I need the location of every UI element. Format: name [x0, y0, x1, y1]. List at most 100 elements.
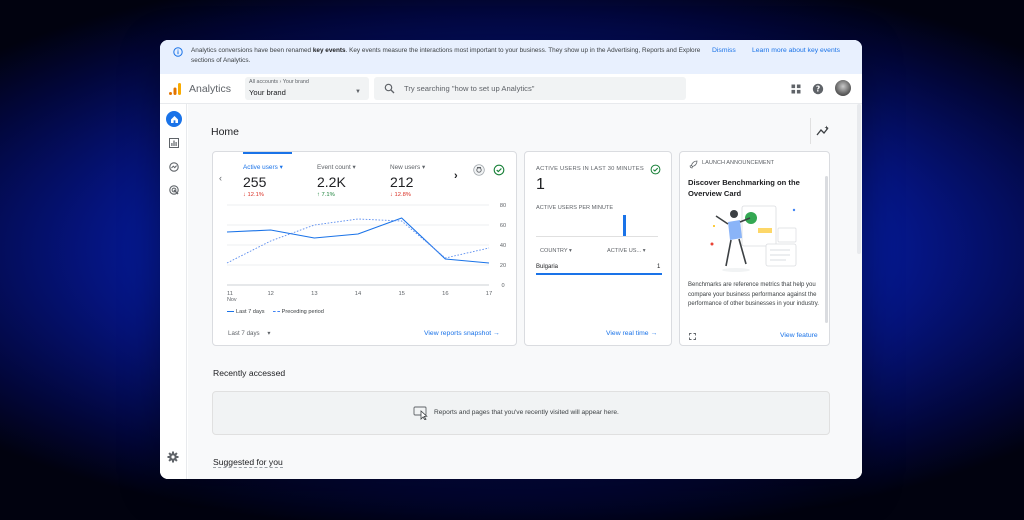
announcement-title: Discover Benchmarking on the Overview Ca…: [688, 178, 800, 198]
property-name: Your brand: [249, 88, 286, 97]
top-bar: Analytics All accounts › Your brand Your…: [160, 74, 862, 104]
chart-legend: Last 7 days Preceding period: [227, 309, 324, 315]
realtime-card: ACTIVE USERS IN LAST 30 MINUTES 1 ACTIVE…: [524, 151, 672, 346]
svg-text:?: ?: [816, 85, 820, 94]
x-tick-label: 13: [311, 291, 317, 297]
announcement-label: LAUNCH ANNOUNCEMENT: [702, 160, 775, 166]
metric-label: New users: [390, 164, 421, 171]
chevron-right-icon[interactable]: ›: [454, 170, 458, 182]
legend-previous: Preceding period: [272, 309, 324, 315]
x-tick-sublabel: Nov: [227, 297, 237, 303]
data-point: [444, 257, 446, 259]
banner-text: Analytics conversions have been renamed …: [191, 47, 701, 64]
data-point: [226, 231, 228, 233]
metric-event-count[interactable]: Event count ▾ 2.2K ↑ 7.1%: [317, 163, 356, 198]
view-real-time-link[interactable]: View real time →: [606, 330, 657, 337]
search-icon: [384, 83, 395, 94]
benchmark-icon[interactable]: [473, 164, 485, 176]
data-point: [401, 217, 403, 219]
view-reports-snapshot-link[interactable]: View reports snapshot →: [424, 330, 500, 337]
metric-value: 212: [390, 174, 414, 190]
search-placeholder: Try searching "how to set up Analytics": [404, 84, 535, 93]
data-point: [401, 220, 403, 222]
reports-icon: [169, 138, 179, 148]
dismiss-button[interactable]: Dismiss: [712, 47, 736, 54]
recently-accessed-panel: Reports and pages that you've recently v…: [212, 391, 830, 435]
metric-new-users[interactable]: New users ▾ 212 ↓ 12.8%: [390, 163, 425, 198]
row-country: Bulgaria: [536, 264, 559, 270]
analytics-window: Analytics conversions have been renamed …: [160, 40, 862, 479]
per-minute-baseline: [536, 236, 658, 237]
nav-reports[interactable]: [166, 135, 182, 151]
column-header-country[interactable]: COUNTRY ▾: [540, 248, 572, 254]
check-circle-icon: [650, 164, 661, 175]
y-tick-label: 40: [500, 243, 506, 249]
x-tick-label: 12: [267, 291, 273, 297]
y-tick-label: 0: [501, 283, 504, 289]
search-input[interactable]: Try searching "how to set up Analytics": [374, 77, 686, 100]
help-icon[interactable]: ?: [812, 83, 824, 95]
data-point: [270, 229, 272, 231]
recently-accessed-title: Recently accessed: [213, 368, 286, 378]
realtime-title: ACTIVE USERS IN LAST 30 MINUTES: [536, 166, 644, 172]
metric-value: 255: [243, 174, 267, 190]
data-point: [357, 233, 359, 235]
chevron-left-icon[interactable]: ‹: [219, 173, 222, 183]
cursor-on-screen-icon: [413, 406, 428, 420]
apps-grid-icon[interactable]: [791, 84, 801, 94]
nav-home[interactable]: [166, 111, 182, 127]
x-tick-label: 15: [398, 291, 404, 297]
y-tick-label: 60: [500, 223, 506, 229]
suggested-for-you-title[interactable]: Suggested for you: [213, 457, 283, 468]
app-name: Analytics: [189, 83, 232, 95]
x-tick-label: 16: [442, 291, 448, 297]
metric-value: 2.2K: [317, 174, 346, 190]
learn-more-link[interactable]: Learn more about key events: [752, 47, 840, 54]
metric-label: Event count: [317, 164, 351, 171]
rocket-icon: [689, 160, 698, 169]
row-value: 1: [657, 264, 661, 270]
chevron-down-icon: ▼: [355, 89, 361, 95]
announcement-scrollbar[interactable]: [825, 176, 828, 323]
arrow-right-icon: →: [650, 330, 658, 337]
analytics-logo-icon[interactable]: [168, 82, 182, 96]
settings-gear-icon[interactable]: [167, 451, 179, 463]
data-point: [488, 262, 490, 264]
column-header-active-users[interactable]: ACTIVE US... ▾: [607, 248, 646, 254]
overview-card: ‹ Active users ▾ 255 ↓ 12.1% Event count…: [212, 151, 517, 346]
data-point: [488, 247, 490, 249]
avatar[interactable]: [835, 80, 851, 96]
benchmark-illustration: [710, 205, 797, 272]
per-minute-bar: [623, 215, 626, 236]
data-point: [270, 240, 272, 242]
nav-advertising[interactable]: [166, 182, 182, 198]
overview-line-chart: 02040608011 12 13 14 15 16 17Nov: [226, 203, 506, 303]
dropdown-caret-icon: ▾: [352, 164, 356, 171]
main-content: Home ‹ Active users ▾ 255 ↓ 12.1% Event …: [188, 104, 862, 479]
data-point: [313, 224, 315, 226]
date-range-selector[interactable]: Last 7 days ▾: [228, 330, 271, 337]
dropdown-caret-icon: ▾: [279, 164, 283, 171]
check-circle-icon: [493, 164, 505, 176]
data-point: [357, 218, 359, 220]
announcement-card: LAUNCH ANNOUNCEMENT Discover Benchmarkin…: [679, 151, 830, 346]
legend-swatch-dashed: [272, 311, 280, 313]
account-breadcrumb: All accounts › Your brand: [249, 79, 309, 85]
insights-icon[interactable]: [816, 125, 830, 137]
explore-icon: [169, 162, 179, 172]
dropdown-caret-icon: ▾: [421, 164, 426, 171]
series-line-previous: [226, 218, 490, 264]
page-title: Home: [211, 126, 240, 138]
main-scrollbar[interactable]: [857, 104, 861, 254]
view-feature-link[interactable]: View feature: [780, 332, 818, 339]
arrow-right-icon: →: [493, 330, 500, 337]
header-divider: [810, 118, 811, 144]
metric-active-users[interactable]: Active users ▾ 255 ↓ 12.1%: [243, 163, 283, 198]
nav-explore[interactable]: [166, 159, 182, 175]
key-events-banner: Analytics conversions have been renamed …: [160, 40, 862, 74]
account-selector[interactable]: All accounts › Your brand Your brand ▼: [245, 77, 369, 100]
advertising-icon: [169, 185, 179, 195]
data-point: [313, 237, 315, 239]
fullscreen-icon[interactable]: [689, 333, 696, 340]
y-tick-label: 20: [500, 263, 506, 269]
